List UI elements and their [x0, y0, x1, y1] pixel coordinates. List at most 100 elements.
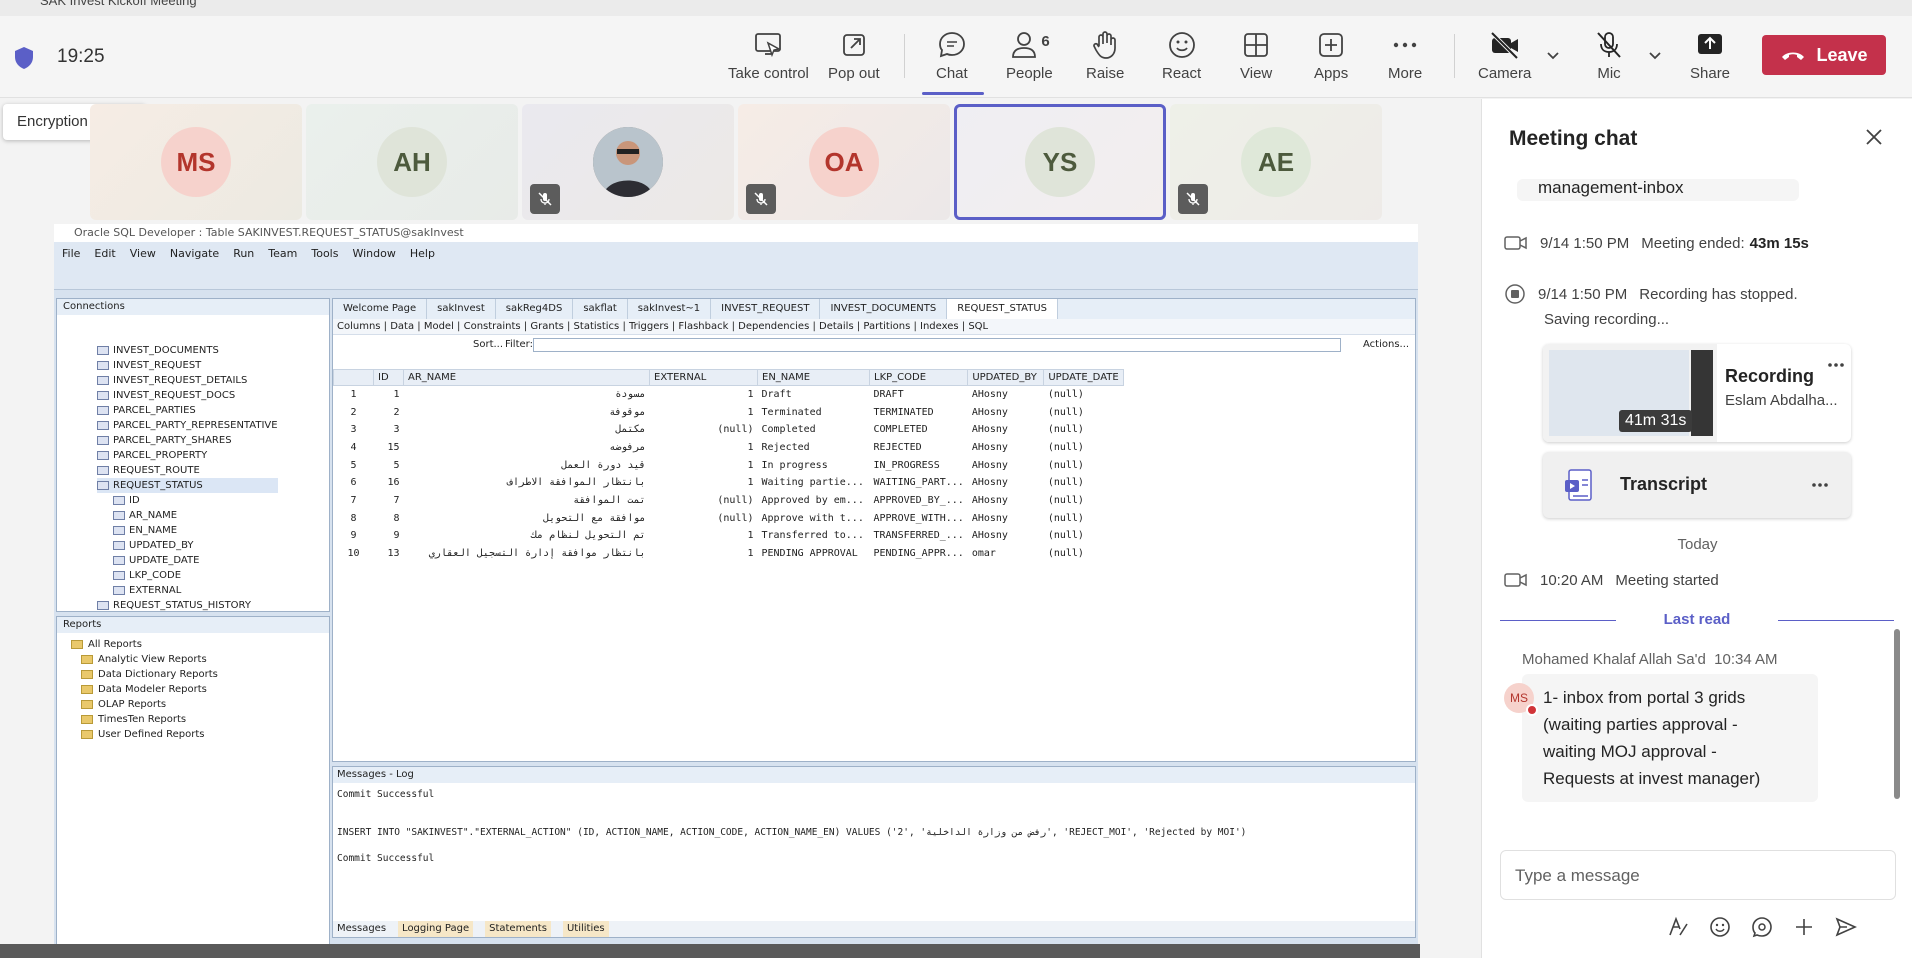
view-button[interactable]: View: [1240, 30, 1272, 82]
menu-team[interactable]: Team: [268, 247, 297, 260]
table-cell[interactable]: 1: [650, 474, 758, 492]
tree-item[interactable]: PARCEL_PARTIES: [97, 403, 278, 418]
report-item[interactable]: OLAP Reports: [71, 697, 218, 712]
table-cell[interactable]: WAITING_PART...: [870, 474, 968, 492]
table-cell[interactable]: 9: [374, 527, 404, 545]
table-cell[interactable]: Completed: [758, 421, 870, 439]
tree-item[interactable]: REQUEST_ROUTE: [97, 463, 278, 478]
table-cell[interactable]: 5: [334, 456, 374, 474]
tree-item[interactable]: INVEST_REQUEST_DOCS: [97, 388, 278, 403]
menu-edit[interactable]: Edit: [94, 247, 115, 260]
report-item[interactable]: Analytic View Reports: [71, 652, 218, 667]
table-cell[interactable]: DRAFT: [870, 386, 968, 404]
table-cell[interactable]: 7: [334, 492, 374, 510]
table-row[interactable]: 6 16 بانتظار الموافقة الاطراف 1 Waiting part…: [334, 474, 1124, 492]
table-cell[interactable]: AHosny: [968, 527, 1044, 545]
log-tab-utilities[interactable]: Utilities: [562, 921, 609, 937]
transcript-card[interactable]: Transcript: [1543, 452, 1851, 518]
tree-item[interactable]: REQUEST_STATUS: [97, 478, 278, 493]
grid-header[interactable]: AR_NAME: [403, 369, 650, 386]
table-cell[interactable]: 13: [374, 545, 404, 563]
more-options-icon[interactable]: [1811, 482, 1829, 488]
table-row[interactable]: 2 2 موقوفة 1 Terminated TERMINATED AHosny (null…: [334, 403, 1124, 421]
tree-item[interactable]: PARCEL_PROPERTY: [97, 448, 278, 463]
table-cell[interactable]: In progress: [758, 456, 870, 474]
message-input[interactable]: Type a message: [1500, 850, 1896, 900]
table-cell[interactable]: تمت الموافقة: [404, 492, 650, 510]
filter-input[interactable]: [533, 338, 1341, 352]
table-row[interactable]: 5 5 قيد دورة العمل 1 In progress IN_PROGRESS A…: [334, 456, 1124, 474]
table-cell[interactable]: 6: [334, 474, 374, 492]
table-row[interactable]: 3 3 مكتمل (null) Completed COMPLETED AHosny (nu…: [334, 421, 1124, 439]
table-cell[interactable]: (null): [650, 492, 758, 510]
react-button[interactable]: React: [1162, 30, 1201, 82]
menu-tools[interactable]: Tools: [311, 247, 338, 260]
table-cell[interactable]: 7: [374, 492, 404, 510]
report-item[interactable]: Data Dictionary Reports: [71, 667, 218, 682]
close-icon[interactable]: [1864, 127, 1884, 147]
table-cell[interactable]: 3: [334, 421, 374, 439]
take-control-button[interactable]: Take control: [728, 30, 809, 82]
table-cell[interactable]: 8: [374, 509, 404, 527]
people-button[interactable]: 6 People: [1006, 30, 1053, 82]
table-row[interactable]: 8 8 موافقة مع التحويل (null) Approve with t.…: [334, 509, 1124, 527]
table-cell[interactable]: COMPLETED: [870, 421, 968, 439]
table-cell[interactable]: (null): [1044, 474, 1124, 492]
camera-button[interactable]: Camera: [1478, 30, 1531, 82]
plus-icon[interactable]: [1792, 915, 1816, 939]
emoji-icon[interactable]: [1708, 915, 1732, 939]
tab-welcome[interactable]: Welcome Page: [333, 299, 428, 319]
grid-header[interactable]: EXTERNAL: [649, 369, 758, 386]
table-subtabs[interactable]: Columns | Data | Model | Constraints | G…: [333, 319, 1415, 335]
table-cell[interactable]: 1: [650, 527, 758, 545]
menu-file[interactable]: File: [62, 247, 80, 260]
table-cell[interactable]: Approve with t...: [758, 509, 870, 527]
table-cell[interactable]: Terminated: [758, 403, 870, 421]
tree-column[interactable]: EN_NAME: [97, 523, 278, 538]
table-cell[interactable]: AHosny: [968, 456, 1044, 474]
tree-column[interactable]: EXTERNAL: [97, 583, 278, 598]
table-cell[interactable]: 1: [650, 386, 758, 404]
table-cell[interactable]: 8: [334, 509, 374, 527]
table-cell[interactable]: APPROVE_WITH...: [870, 509, 968, 527]
table-cell[interactable]: 16: [374, 474, 404, 492]
table-cell[interactable]: 1: [650, 403, 758, 421]
table-cell[interactable]: Transferred to...: [758, 527, 870, 545]
table-cell[interactable]: موافقة مع التحويل: [404, 509, 650, 527]
grid-header[interactable]: UPDATE_DATE: [1043, 369, 1125, 386]
tree-column[interactable]: AR_NAME: [97, 508, 278, 523]
grid-header[interactable]: ID: [373, 369, 404, 386]
participant-tile-ms[interactable]: MS: [90, 104, 302, 220]
actions-button[interactable]: Actions...: [1363, 335, 1409, 355]
table-cell[interactable]: AHosny: [968, 439, 1044, 457]
table-cell[interactable]: REJECTED: [870, 439, 968, 457]
table-cell[interactable]: 10: [334, 545, 374, 563]
mic-options-chevron-icon[interactable]: [1648, 51, 1662, 61]
tab-sakinvest[interactable]: sakInvest: [427, 299, 496, 319]
participant-tile-ah[interactable]: AH: [306, 104, 518, 220]
table-row[interactable]: 9 9 تم التحويل لنظام مك 1 Transferred to... T…: [334, 527, 1124, 545]
table-cell[interactable]: (null): [1044, 439, 1124, 457]
more-button[interactable]: More: [1388, 30, 1422, 82]
more-options-icon[interactable]: [1827, 362, 1845, 368]
table-cell[interactable]: APPROVED_BY_...: [870, 492, 968, 510]
chat-button[interactable]: Chat: [936, 30, 968, 82]
table-cell[interactable]: مكتمل: [404, 421, 650, 439]
pop-out-button[interactable]: Pop out: [828, 30, 880, 82]
table-cell[interactable]: تم التحويل لنظام مك: [404, 527, 650, 545]
tree-item[interactable]: INVEST_REQUEST_DETAILS: [97, 373, 278, 388]
log-tab-statements[interactable]: Statements: [485, 921, 551, 937]
shield-icon[interactable]: [14, 46, 34, 70]
table-cell[interactable]: 2: [374, 403, 404, 421]
report-item[interactable]: User Defined Reports: [71, 727, 218, 742]
table-row[interactable]: 7 7 تمت الموافقة (null) Approved by em... APP…: [334, 492, 1124, 510]
tree-column[interactable]: LKP_CODE: [97, 568, 278, 583]
raise-hand-button[interactable]: Raise: [1086, 30, 1124, 82]
menu-view[interactable]: View: [130, 247, 156, 260]
table-cell[interactable]: AHosny: [968, 509, 1044, 527]
table-cell[interactable]: (null): [1044, 456, 1124, 474]
table-cell[interactable]: AHosny: [968, 474, 1044, 492]
table-cell[interactable]: TERMINATED: [870, 403, 968, 421]
sort-button[interactable]: Sort...: [473, 335, 503, 355]
table-cell[interactable]: 9: [334, 527, 374, 545]
